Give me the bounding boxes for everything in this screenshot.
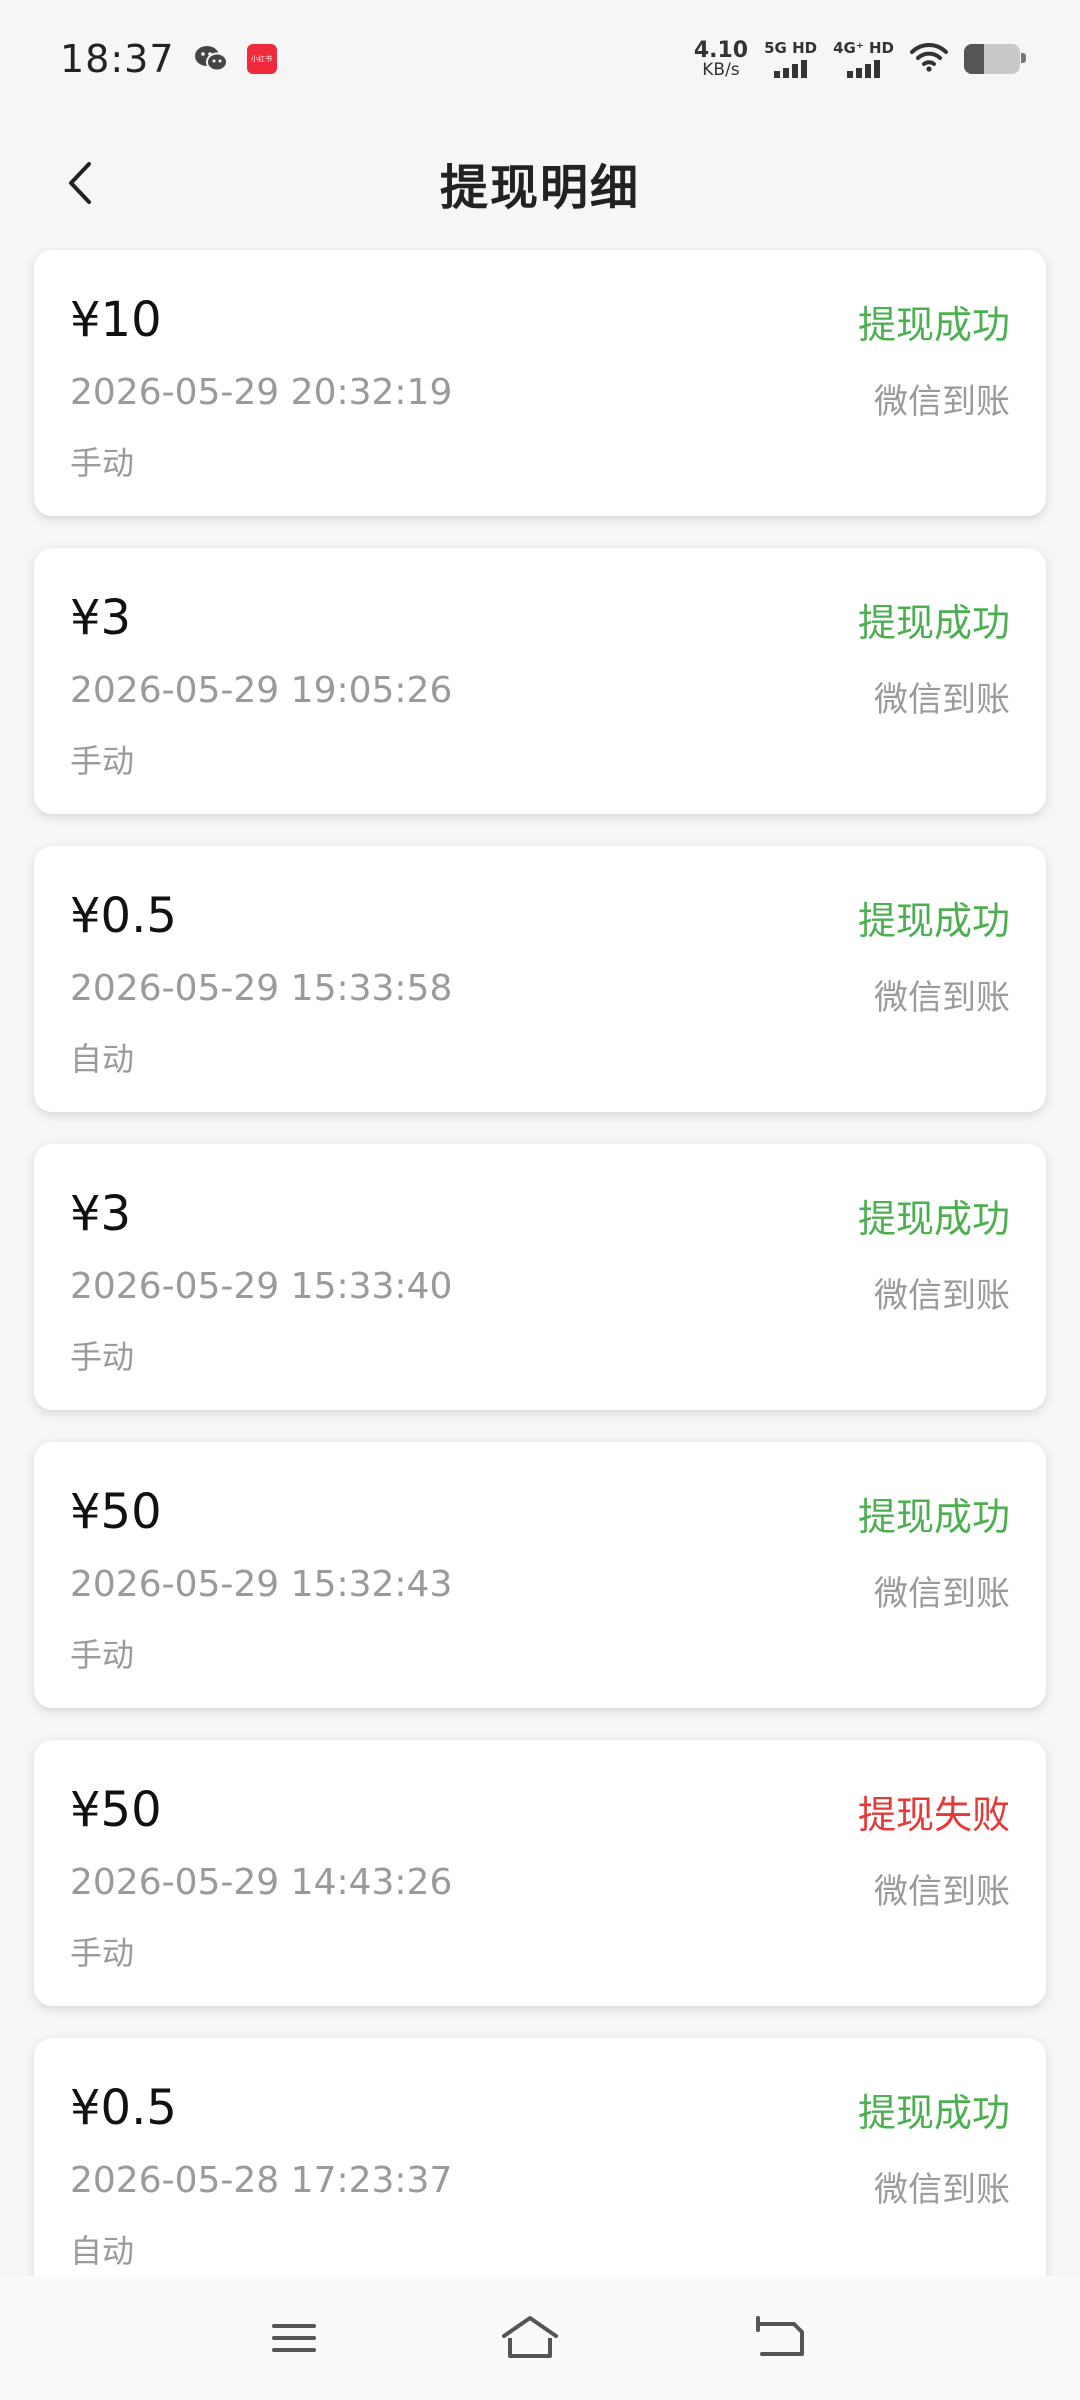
record-channel: 微信到账: [874, 1276, 1010, 1316]
record-status: 提现成功: [857, 303, 1010, 347]
record-amount: ¥0.5: [70, 2080, 177, 2136]
menu-button[interactable]: [254, 2298, 334, 2378]
record-mode: 手动: [70, 742, 135, 780]
record-mode: 手动: [70, 1636, 135, 1674]
record-channel: 微信到账: [874, 680, 1010, 720]
battery-fill: [964, 44, 984, 74]
status-bar: 18:37 小红书 4.10 KB/s 5G HD 4G⁺ HD: [0, 0, 1080, 118]
menu-icon: [272, 2324, 316, 2352]
withdrawal-record-card[interactable]: ¥50 提现失败 2026-05-29 14:43:26 微信到账手动: [34, 1740, 1046, 2006]
record-channel: 微信到账: [874, 978, 1010, 1018]
home-button[interactable]: [490, 2298, 570, 2378]
record-channel: 微信到账: [874, 1574, 1010, 1614]
withdrawal-records-list[interactable]: ¥10 提现成功 2026-05-29 20:32:19 微信到账 手动 ¥3 提现成功 20…: [0, 248, 1080, 2278]
battery-icon: [964, 44, 1026, 74]
wechat-icon: [193, 44, 229, 74]
record-amount: ¥50: [70, 1484, 162, 1540]
withdrawal-record-card[interactable]: ¥3 提现成功 2026-05-29 19:05:26 微信到账手动: [34, 548, 1046, 814]
record-mode: 自动: [70, 1040, 135, 1078]
withdrawal-record-card[interactable]: ¥3 提现成功 2026-05-29 15:33:40 微信到账手动: [34, 1144, 1046, 1410]
record-datetime: 2026-05-29 15:33:40: [70, 1266, 453, 1307]
withdrawal-record-card[interactable]: ¥0.5 提现成功 2026-05-28 17:23:37 微信到账自动: [34, 2038, 1046, 2278]
sim2-signal-bars-icon: [847, 59, 881, 78]
record-status: 提现成功: [857, 601, 1010, 645]
record-amount: ¥0.5: [70, 888, 177, 944]
record-datetime: 2026-05-29 15:33:58: [70, 968, 453, 1009]
record-datetime: 2026-05-29 15:32:43: [70, 1564, 453, 1605]
record-datetime: 2026-05-29 19:05:26: [70, 670, 453, 711]
withdrawal-record-card[interactable]: ¥0.5 提现成功 2026-05-29 15:33:58 微信到账自动: [34, 846, 1046, 1112]
back-button[interactable]: [40, 143, 120, 223]
status-bar-right: 4.10 KB/s 5G HD 4G⁺ HD: [693, 37, 1026, 80]
status-bar-left: 18:37 小红书: [60, 37, 277, 81]
xiaohongshu-app-icon: 小红书: [246, 44, 277, 74]
record-status: 提现失败: [857, 1793, 1010, 1837]
sim2-label: 4G⁺ HD: [833, 38, 894, 57]
sim2-signal: 4G⁺ HD: [833, 38, 894, 78]
withdrawal-record-card[interactable]: ¥10 提现成功 2026-05-29 20:32:19 微信到账手动: [34, 250, 1046, 516]
record-status: 提现成功: [857, 1495, 1010, 1539]
record-status: 提现成功: [857, 1197, 1010, 1241]
record-channel: 微信到账: [874, 1872, 1010, 1912]
wifi-icon: [910, 42, 948, 76]
record-datetime: 2026-05-29 14:43:26: [70, 1862, 453, 1903]
record-status: 提现成功: [857, 2091, 1010, 2135]
app-root: 18:37 小红书 4.10 KB/s 5G HD 4G⁺ HD 提现明细 ¥1…: [0, 0, 1080, 2400]
sim1-signal: 5G HD: [764, 38, 818, 78]
record-status: 提现成功: [857, 899, 1010, 943]
record-amount: ¥3: [70, 590, 132, 646]
home-icon: [502, 2316, 558, 2358]
record-mode: 手动: [70, 1934, 135, 1972]
network-speed-value: 4.10: [693, 37, 749, 63]
record-channel: 微信到账: [874, 2170, 1010, 2210]
withdrawal-record-card[interactable]: ¥50 提现成功 2026-05-29 15:32:43 微信到账手动: [34, 1442, 1046, 1708]
record-amount: ¥10: [70, 292, 162, 348]
chevron-left-icon: [69, 162, 91, 204]
page-header: 提现明细: [0, 118, 1080, 248]
record-amount: ¥50: [70, 1782, 162, 1838]
record-mode: 手动: [70, 444, 135, 482]
network-speed: 4.10 KB/s: [693, 37, 749, 80]
record-mode: 自动: [70, 2232, 135, 2270]
network-speed-unit: KB/s: [702, 59, 740, 80]
record-mode: 手动: [70, 1338, 135, 1376]
back-nav-button[interactable]: [740, 2298, 820, 2378]
page-title: 提现明细: [439, 160, 640, 216]
record-amount: ¥3: [70, 1186, 132, 1242]
status-time: 18:37: [60, 37, 175, 81]
record-channel: 微信到账: [874, 382, 1010, 422]
sim1-label: 5G HD: [764, 38, 818, 57]
record-datetime: 2026-05-29 20:32:19: [70, 372, 453, 413]
back-nav-icon: [756, 2316, 804, 2356]
record-datetime: 2026-05-28 17:23:37: [70, 2160, 453, 2201]
sim1-signal-bars-icon: [774, 59, 808, 78]
system-nav-bar: [0, 2276, 1080, 2400]
